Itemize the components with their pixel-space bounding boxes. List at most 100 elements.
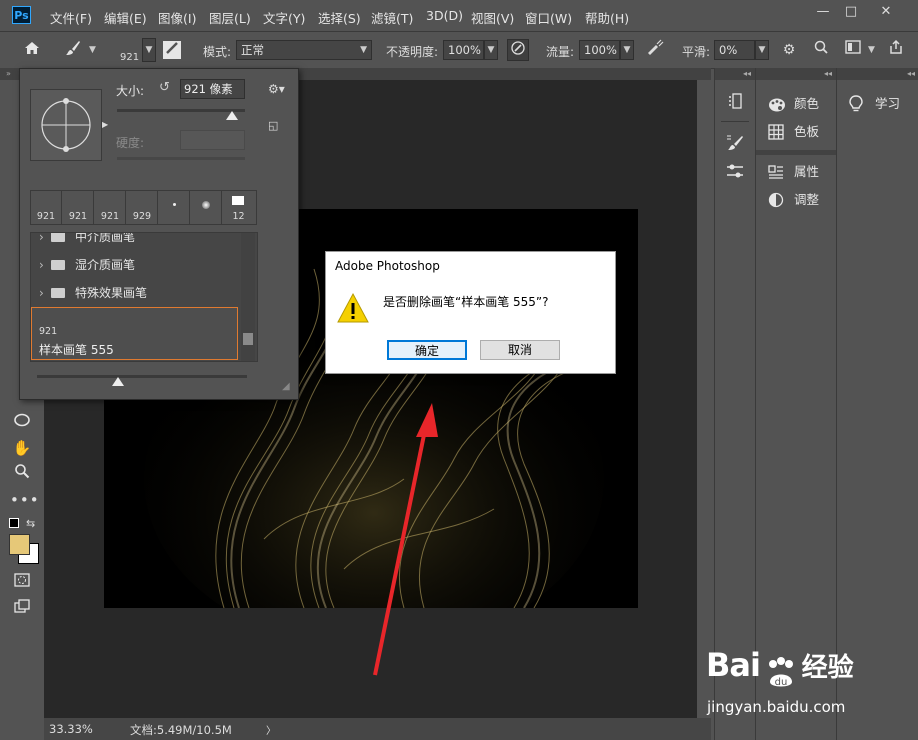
close-button[interactable]: ✕ bbox=[876, 4, 896, 20]
search-icon[interactable] bbox=[810, 39, 832, 61]
menu-filter[interactable]: 滤镜(T) bbox=[371, 8, 413, 27]
gear-icon[interactable]: ⚙ bbox=[778, 39, 800, 61]
thumbnail-size-slider[interactable] bbox=[37, 375, 247, 378]
pressure-opacity-icon[interactable] bbox=[507, 39, 529, 61]
menu-file[interactable]: 文件(F) bbox=[50, 8, 92, 27]
confirm-dialog: Adobe Photoshop 是否删除画笔“样本画笔 555”? 确定 取消 bbox=[325, 251, 616, 374]
chevron-down-icon[interactable]: ▼ bbox=[868, 45, 875, 55]
folder-item[interactable]: › 中介质画笔 bbox=[31, 233, 239, 251]
scrollbar-thumb[interactable] bbox=[243, 333, 253, 345]
warning-icon bbox=[336, 292, 370, 327]
size-label: 大小: bbox=[116, 84, 145, 98]
ellipse-tool-icon[interactable] bbox=[10, 410, 34, 434]
zoom-tool-icon[interactable] bbox=[10, 462, 34, 486]
panel-tab-color[interactable]: 颜色 bbox=[756, 92, 836, 116]
menu-edit[interactable]: 编辑(E) bbox=[104, 8, 147, 27]
panel-tab-properties[interactable]: 属性 bbox=[756, 160, 836, 184]
opacity-input[interactable]: 100% bbox=[443, 40, 484, 60]
menu-help[interactable]: 帮助(H) bbox=[585, 8, 629, 27]
flow-label: 流量: bbox=[546, 45, 575, 59]
preset-tile[interactable]: 921 bbox=[63, 191, 94, 224]
brush-picker-dropdown[interactable]: ▼ bbox=[142, 38, 156, 62]
panel-icon-strip: ◂◂ bbox=[714, 68, 755, 740]
status-bar: 33.33% 文档:5.49M/10.5M 〉 bbox=[44, 718, 711, 740]
panel-label-color: 颜色 bbox=[794, 96, 820, 111]
workspace-icon[interactable] bbox=[842, 39, 864, 61]
more-tools-icon[interactable]: ••• bbox=[10, 488, 39, 512]
hand-tool-icon[interactable]: ✋ bbox=[10, 436, 34, 460]
flow-dropdown[interactable]: ▼ bbox=[620, 40, 634, 60]
panel-label-swatches: 色板 bbox=[794, 124, 820, 139]
settings-gear-icon[interactable]: ⚙▾ bbox=[268, 82, 285, 96]
home-icon[interactable] bbox=[21, 39, 43, 61]
preset-tile[interactable]: 921 bbox=[31, 191, 62, 224]
hardness-input bbox=[180, 130, 245, 150]
color-panel-group: ◂◂ 颜色 色板 属性 调整 bbox=[755, 68, 836, 740]
brush-tip-preview[interactable] bbox=[30, 89, 102, 161]
preset-tile-small-dot[interactable] bbox=[159, 191, 190, 224]
menu-view[interactable]: 视图(V) bbox=[471, 8, 514, 27]
panel-label-properties: 属性 bbox=[794, 164, 820, 179]
folder-item[interactable]: › 湿介质画笔 bbox=[31, 251, 239, 279]
menu-window[interactable]: 窗口(W) bbox=[525, 8, 572, 27]
preset-tile[interactable]: 929 bbox=[127, 191, 158, 224]
foreground-color-swatch[interactable] bbox=[9, 534, 30, 555]
status-menu-arrow[interactable]: 〉 bbox=[266, 722, 276, 737]
watermark: Bai du 经验 bbox=[706, 646, 854, 690]
preset-tile[interactable]: 921 bbox=[95, 191, 126, 224]
menu-select[interactable]: 选择(S) bbox=[318, 8, 361, 27]
ok-button[interactable]: 确定 bbox=[387, 340, 467, 360]
palette-icon bbox=[768, 92, 786, 116]
minimize-button[interactable]: — bbox=[813, 4, 833, 20]
adjustments-icon bbox=[768, 192, 784, 216]
share-icon[interactable] bbox=[885, 39, 907, 61]
maximize-button[interactable]: □ bbox=[841, 4, 861, 20]
list-scrollbar[interactable] bbox=[241, 233, 255, 361]
airbrush-icon[interactable] bbox=[644, 39, 666, 61]
menu-bar: Ps 文件(F) 编辑(E) 图像(I) 图层(L) 文字(Y) 选择(S) 滤… bbox=[0, 0, 918, 31]
menu-type[interactable]: 文字(Y) bbox=[263, 8, 305, 27]
folder-item[interactable]: › 特殊效果画笔 bbox=[31, 279, 239, 307]
preset-tile-soft-dot[interactable] bbox=[191, 191, 222, 224]
brush-settings-panel-icon[interactable] bbox=[163, 41, 181, 59]
resize-grip-icon[interactable]: ◢ bbox=[282, 381, 290, 392]
smoothing-input[interactable]: 0% bbox=[714, 40, 755, 60]
collapse-arrows-icon[interactable]: ◂◂ bbox=[837, 68, 918, 80]
swap-colors-icon[interactable]: ⇆ bbox=[26, 517, 35, 530]
panel-label-learn: 学习 bbox=[875, 96, 901, 111]
grid-icon bbox=[768, 124, 784, 148]
default-colors-icon[interactable] bbox=[9, 518, 19, 528]
menu-layer[interactable]: 图层(L) bbox=[209, 8, 251, 27]
reset-size-icon[interactable]: ↺ bbox=[159, 80, 170, 95]
new-preset-icon[interactable]: ◱ bbox=[268, 119, 278, 132]
panel-tab-learn[interactable]: 学习 bbox=[837, 92, 918, 116]
preset-tile-square[interactable]: 12 bbox=[223, 191, 254, 224]
quick-mask-icon[interactable] bbox=[10, 570, 34, 594]
smoothing-dropdown[interactable]: ▼ bbox=[755, 40, 769, 60]
brush-presets-icon[interactable] bbox=[723, 162, 747, 186]
chevron-down-icon[interactable]: ▼ bbox=[89, 45, 96, 55]
flow-input[interactable]: 100% bbox=[579, 40, 620, 60]
panel-tab-adjustments[interactable]: 调整 bbox=[756, 188, 836, 212]
zoom-level[interactable]: 33.33% bbox=[49, 722, 93, 736]
brush-settings-icon[interactable] bbox=[723, 134, 747, 158]
folder-icon bbox=[51, 260, 65, 270]
size-input[interactable]: 921 像素 bbox=[180, 79, 245, 99]
menu-image[interactable]: 图像(I) bbox=[158, 8, 196, 27]
watermark-brand-suffix: 经验 bbox=[801, 653, 854, 683]
thumbnail-size-thumb[interactable] bbox=[112, 377, 124, 386]
opacity-dropdown[interactable]: ▼ bbox=[484, 40, 498, 60]
selected-brush-item[interactable]: 921 样本画笔 555 bbox=[31, 307, 238, 360]
collapse-arrows-icon[interactable]: ◂◂ bbox=[756, 68, 836, 80]
screen-mode-icon[interactable] bbox=[10, 596, 34, 620]
dialog-title: Adobe Photoshop bbox=[335, 259, 440, 273]
menu-3d[interactable]: 3D(D) bbox=[426, 8, 463, 23]
history-panel-icon[interactable] bbox=[723, 92, 747, 116]
panel-tab-swatches[interactable]: 色板 bbox=[756, 120, 836, 144]
app-logo: Ps bbox=[12, 6, 31, 24]
collapse-arrows-icon[interactable]: ◂◂ bbox=[715, 68, 755, 80]
cancel-button[interactable]: 取消 bbox=[480, 340, 560, 360]
mode-select[interactable]: 正常 ▼ bbox=[236, 40, 372, 60]
size-slider-thumb[interactable] bbox=[226, 111, 238, 120]
brush-tool-icon[interactable] bbox=[62, 39, 84, 61]
